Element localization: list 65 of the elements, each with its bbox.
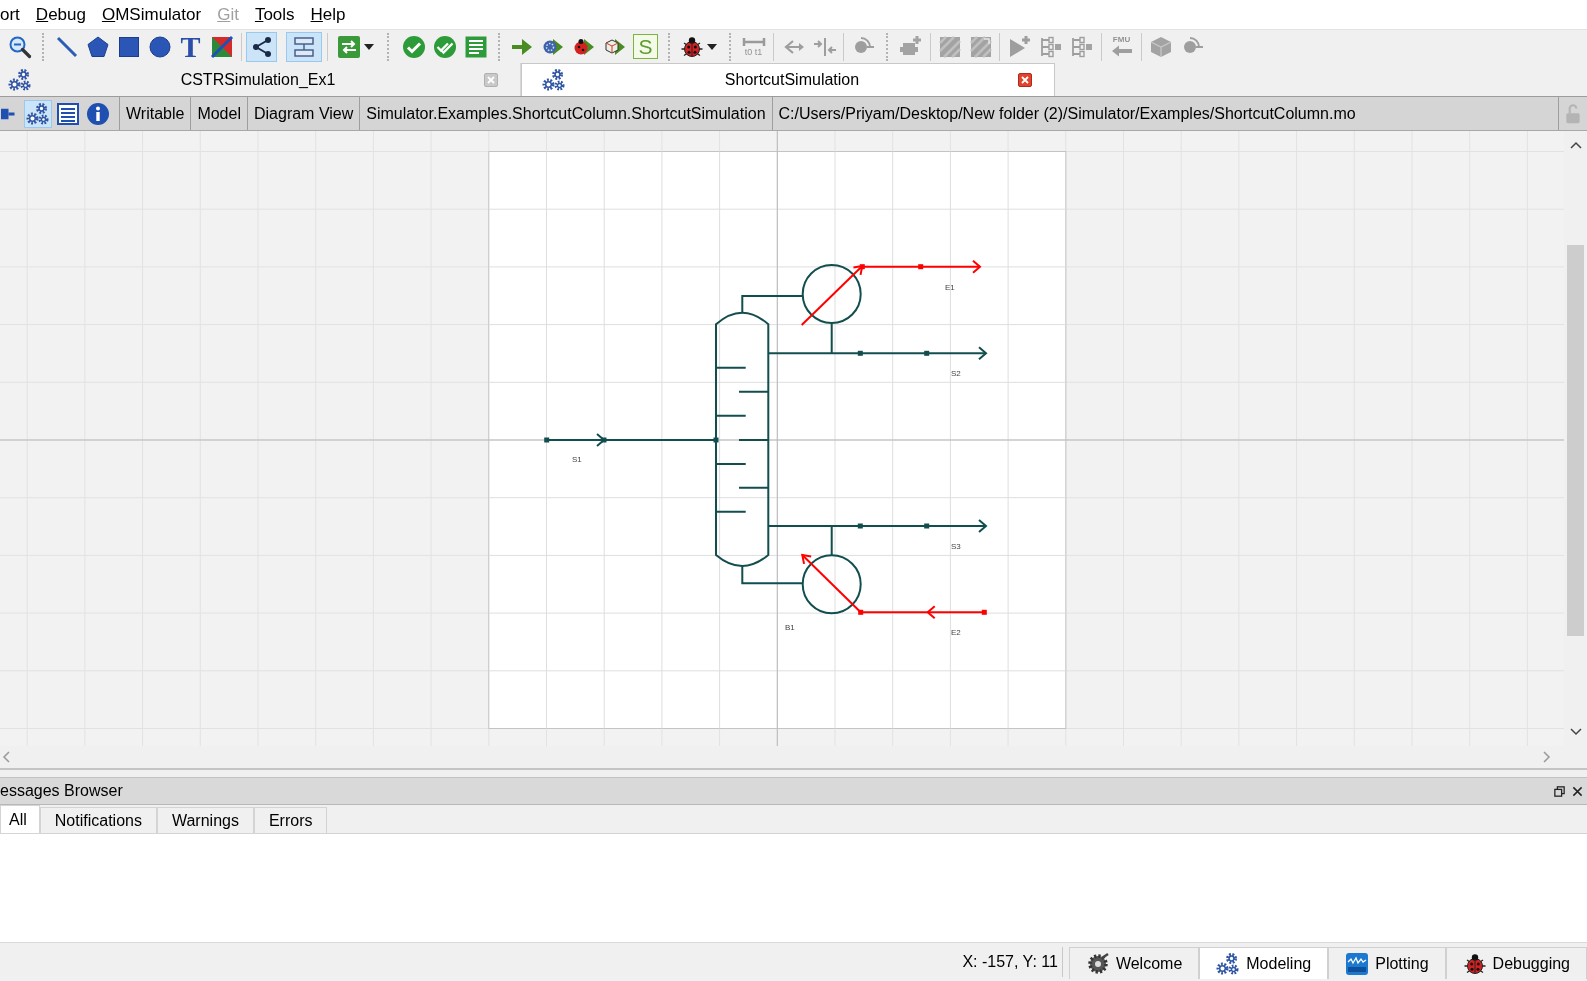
gears-icon	[1216, 951, 1241, 976]
pentagon-icon	[85, 34, 110, 59]
menu-item[interactable]: Tools	[246, 4, 303, 25]
toolbar-button[interactable]: T	[175, 31, 206, 62]
perspective-tab[interactable]: Modeling	[1199, 947, 1329, 979]
view-label: Diagram View	[247, 97, 361, 130]
perspective-tab[interactable]: Debugging	[1445, 947, 1587, 979]
menu-item[interactable]: Help	[302, 4, 354, 25]
float-icon[interactable]	[1554, 785, 1565, 797]
caret-icon	[364, 43, 374, 50]
gear-icon	[1085, 951, 1110, 976]
chevron-up-icon[interactable]	[1569, 141, 1582, 149]
bar-icon	[741, 36, 766, 47]
stream-label: E2	[951, 628, 961, 637]
caret-icon	[707, 43, 717, 50]
scrollbar-thumb[interactable]	[1567, 245, 1584, 636]
chevron-left-icon[interactable]	[2, 751, 10, 763]
gears-icon	[26, 101, 50, 126]
message-filter-tab[interactable]: All	[0, 805, 40, 833]
menu-item[interactable]: ort	[0, 4, 28, 25]
swap-arrows-icon	[337, 34, 361, 59]
perspective-tab[interactable]: Welcome	[1068, 947, 1200, 979]
class-name-label: Simulator.Examples.ShortcutColumn.ShortcutSimulation	[360, 97, 773, 130]
ladybug-icon	[1462, 951, 1487, 976]
gears-icon	[542, 68, 566, 92]
toolbar-button[interactable]	[246, 31, 277, 62]
message-filter-tab[interactable]: Errors	[253, 807, 328, 833]
ladybug-icon	[680, 34, 704, 59]
restriction-label: Model	[191, 97, 248, 130]
chevron-right-icon[interactable]	[1543, 751, 1551, 763]
perspective-tab[interactable]: Plotting	[1328, 947, 1446, 979]
linked-boxes-icon	[292, 34, 316, 59]
menu-item[interactable]: Debug	[27, 4, 94, 25]
document-tab[interactable]: CSTRSimulation_Ex1	[0, 63, 521, 96]
cube-icon	[1148, 34, 1173, 59]
access-label: Writable	[120, 97, 192, 130]
lines-icon	[463, 34, 488, 59]
stream-label: S2	[951, 369, 961, 378]
message-filter-tab[interactable]: Warnings	[156, 807, 254, 833]
check-circle-icon	[401, 34, 426, 59]
view-button[interactable]	[24, 99, 52, 128]
close-icon[interactable]	[1572, 785, 1583, 797]
document-tab[interactable]: ShortcutSimulation	[521, 63, 1055, 96]
lines-icon	[56, 101, 80, 126]
panel-title: essages Browser	[0, 782, 124, 800]
gears-icon	[8, 67, 32, 92]
close-icon[interactable]	[1018, 73, 1032, 87]
stream-label: S1	[572, 455, 582, 464]
hatched-square-icon	[968, 34, 993, 59]
hatched-square-icon	[937, 34, 962, 59]
chevron-down-icon[interactable]	[1569, 728, 1582, 736]
block-label: B1	[785, 623, 795, 632]
info-icon	[86, 101, 110, 126]
line-icon	[54, 34, 79, 59]
file-path-label: C:/Users/Priyam/Desktop/New folder (2)/Simulator/Examples/ShortcutColumn.mo	[777, 103, 1357, 124]
zoom-out-icon	[7, 34, 32, 59]
message-filter-tab[interactable]: Notifications	[39, 807, 157, 833]
square-icon	[116, 34, 141, 59]
circle-icon	[147, 34, 172, 59]
plot-icon	[1345, 951, 1370, 976]
cursor-coordinates: X: -157, Y: 11	[962, 953, 1058, 971]
tricolor-square-icon	[209, 34, 234, 59]
double-check-icon	[432, 34, 457, 59]
menu-item[interactable]: OMSimulator	[93, 4, 210, 25]
stream-label: E1	[945, 283, 955, 292]
